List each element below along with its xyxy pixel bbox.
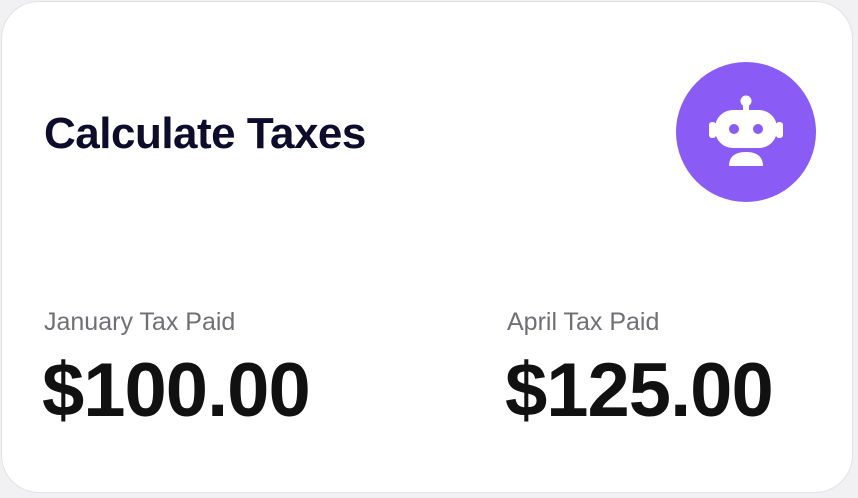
card-title: Calculate Taxes <box>44 109 366 158</box>
stat-label: January Tax Paid <box>44 308 236 336</box>
stat-value: $100.00 <box>42 348 311 433</box>
robot-icon <box>709 95 783 166</box>
stat-value: $125.00 <box>505 348 774 433</box>
assistant-button[interactable] <box>676 62 816 202</box>
stat-label: April Tax Paid <box>507 308 660 336</box>
tax-card: Calculate Taxes January Tax Paid $100.00… <box>1 1 853 493</box>
